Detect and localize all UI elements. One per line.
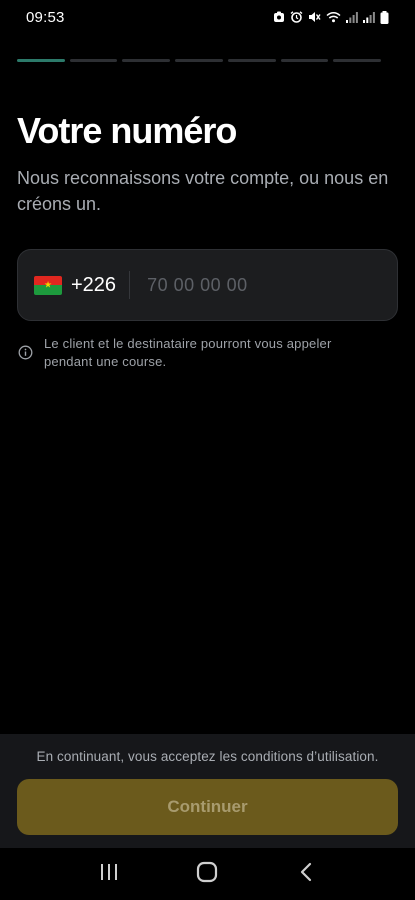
info-note: Le client et le destinataire pourront vo… [18, 335, 378, 371]
wifi-icon [326, 11, 341, 23]
screen: 09:53 Votre numéro Nous reconnaissons vo… [0, 0, 415, 900]
alarm-icon [290, 11, 303, 23]
battery-icon [380, 10, 389, 24]
step-3 [122, 59, 171, 62]
step-6 [280, 59, 329, 62]
mute-icon [308, 11, 321, 23]
dial-code: +226 [71, 273, 117, 296]
step-5 [227, 59, 276, 62]
progress-stepper [17, 59, 382, 62]
back-button[interactable] [286, 854, 326, 894]
step-4 [175, 59, 223, 62]
status-bar: 09:53 [0, 0, 415, 34]
status-time: 09:53 [26, 8, 65, 26]
terms-text: En continuant, vous acceptez les conditi… [36, 749, 379, 764]
step-1 [17, 59, 65, 62]
bottom-panel: En continuant, vous acceptez les conditi… [0, 734, 415, 848]
signal-icon [363, 11, 375, 23]
phone-number-field[interactable]: ★ +226 [17, 249, 398, 321]
step-2 [69, 59, 118, 62]
step-7 [333, 59, 382, 62]
info-icon [18, 345, 33, 371]
burkina-faso-flag-icon: ★ [34, 275, 62, 295]
phone-number-input[interactable] [147, 274, 381, 296]
home-button[interactable] [187, 854, 227, 894]
back-icon [299, 862, 313, 887]
signal-icon [346, 11, 358, 23]
info-text: Le client et le destinataire pourront vo… [44, 336, 332, 369]
notification-icon [273, 11, 285, 23]
continue-button[interactable]: Continuer [17, 779, 398, 835]
page-title: Votre numéro [17, 110, 237, 151]
recent-apps-icon [99, 863, 119, 886]
page-subtitle: Nous reconnaissons votre compte, ou nous… [17, 168, 389, 214]
field-divider [129, 271, 131, 299]
status-icons [273, 10, 389, 24]
home-icon [196, 861, 218, 888]
recent-apps-button[interactable] [89, 854, 129, 894]
system-nav-bar [0, 848, 415, 900]
country-code-selector[interactable]: ★ +226 [34, 250, 116, 320]
